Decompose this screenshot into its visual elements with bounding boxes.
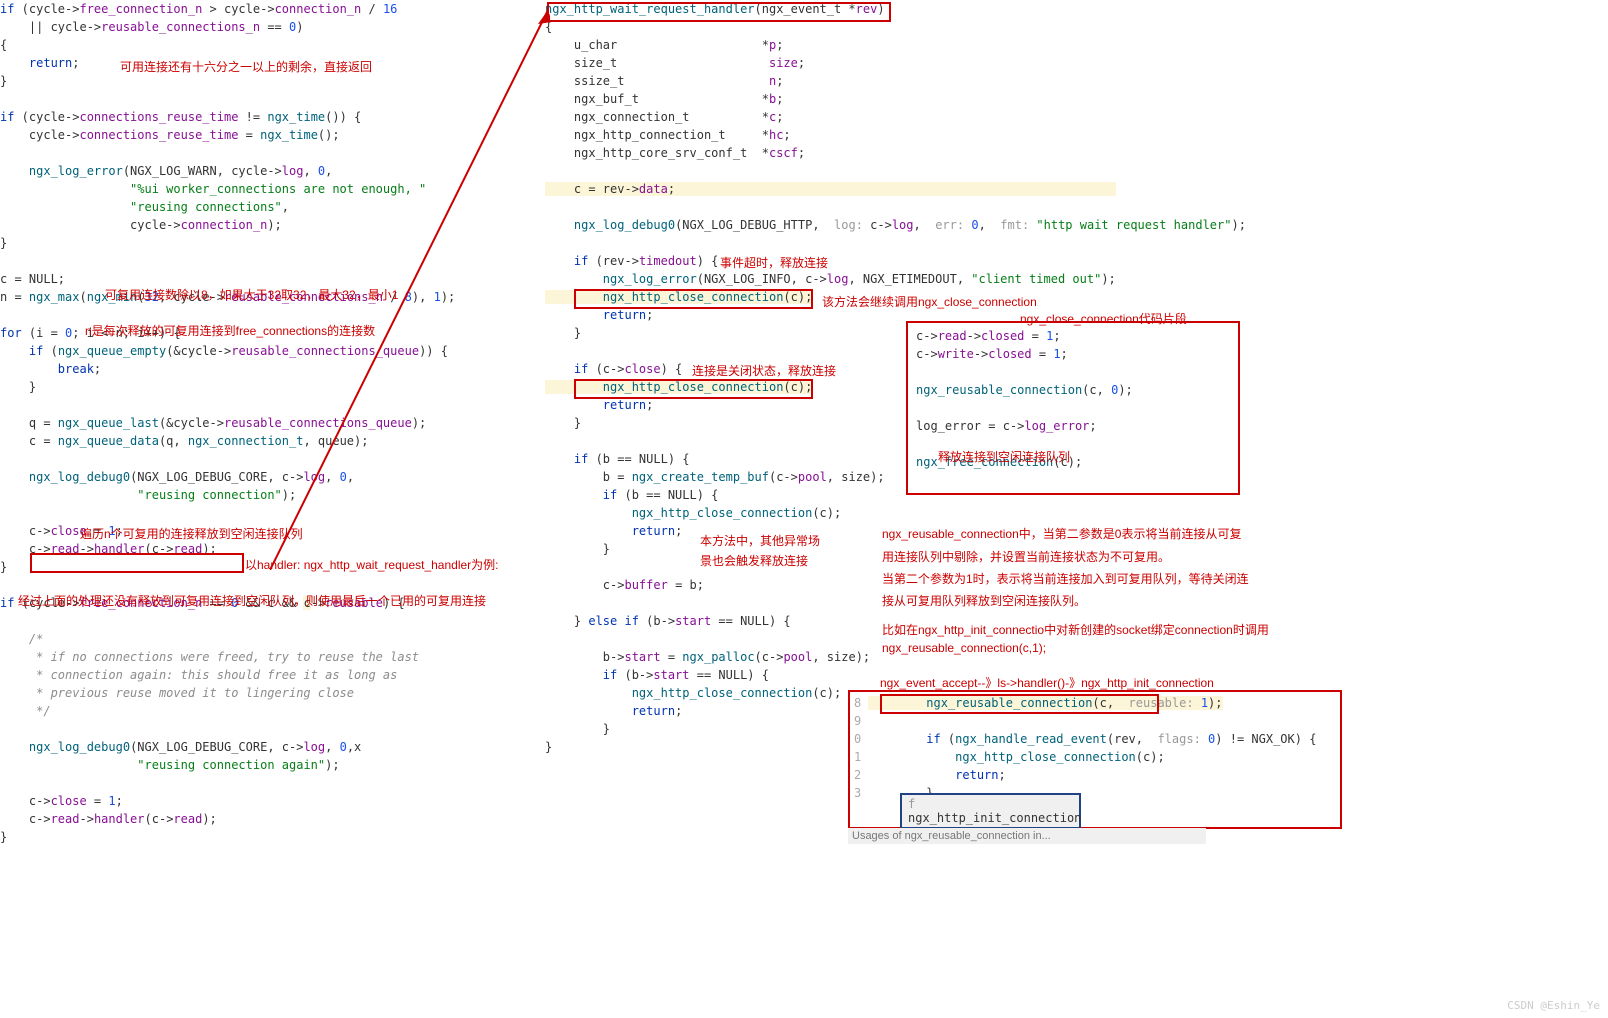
anno-9: 连接是关闭状态，释放连接 <box>692 362 836 379</box>
anno-20: ngx_event_accept--》ls->handler()-》ngx_ht… <box>880 674 1214 691</box>
anno-3: n是每次释放的可复用连接到free_connections的连接数 <box>85 322 375 339</box>
anno-2: 可复用连接数除以8，如果大于32取32，最大32，最小1 <box>105 286 398 303</box>
anno-1: 可用连接还有十六分之一以上的剩余，直接返回 <box>120 58 372 75</box>
anno-4: 遍历n个可复用的连接释放到空闲连接队列 <box>80 525 303 542</box>
box-handler <box>30 553 244 573</box>
box-close1 <box>574 289 813 309</box>
anno-11: 释放连接到空闲连接队列 <box>938 448 1070 465</box>
anno-15: 用连接队列中剔除，并设置当前连接状态为不可复用。 <box>882 548 1170 565</box>
anno-18: 比如在ngx_http_init_connectio中对新创建的socket绑定… <box>882 621 1269 638</box>
anno-6: 经过上面的处理还没有释放到可复用连接到空闲队列，则使用最后一个已用的可复用连接 <box>18 592 486 609</box>
anno-13: 景也会触发释放连接 <box>700 552 808 569</box>
left-code-panel: if (cycle->free_connection_n > cycle->co… <box>0 0 540 846</box>
anno-12: 本方法中，其他异常场 <box>700 532 820 549</box>
anno-7: 事件超时，释放连接 <box>720 254 828 271</box>
anno-19: ngx_reusable_connection(c,1); <box>882 641 1046 655</box>
anno-14: ngx_reusable_connection中，当第二参数是0表示将当前连接从… <box>882 525 1241 542</box>
anno-8: 该方法会继续调用ngx_close_connection <box>822 293 1037 310</box>
watermark: CSDN @Eshin_Ye <box>1507 999 1600 1012</box>
box-reusable <box>880 694 1159 714</box>
annotated-code-diagram: if (cycle->free_connection_n > cycle->co… <box>0 0 1608 1018</box>
anno-16: 当第二个参数为1时，表示将当前连接加入到可复用队列，等待关闭连 <box>882 570 1249 587</box>
code-block-left: if (cycle->free_connection_n > cycle->co… <box>0 0 540 846</box>
anno-5: 以handler: ngx_http_wait_request_handler为… <box>245 556 499 573</box>
fn-label: f ngx_http_init_connection <box>900 793 1081 829</box>
box-fn-title <box>547 2 891 22</box>
usages-bar: Usages of ngx_reusable_connection in... <box>848 828 1206 844</box>
side-code-box: c->read->closed = 1; c->write->closed = … <box>906 321 1240 495</box>
box-close2 <box>574 379 813 399</box>
anno-17: 接从可复用队列释放到空闲连接队列。 <box>882 592 1086 609</box>
anno-10: ngx_close_connection代码片段 <box>1020 310 1187 327</box>
